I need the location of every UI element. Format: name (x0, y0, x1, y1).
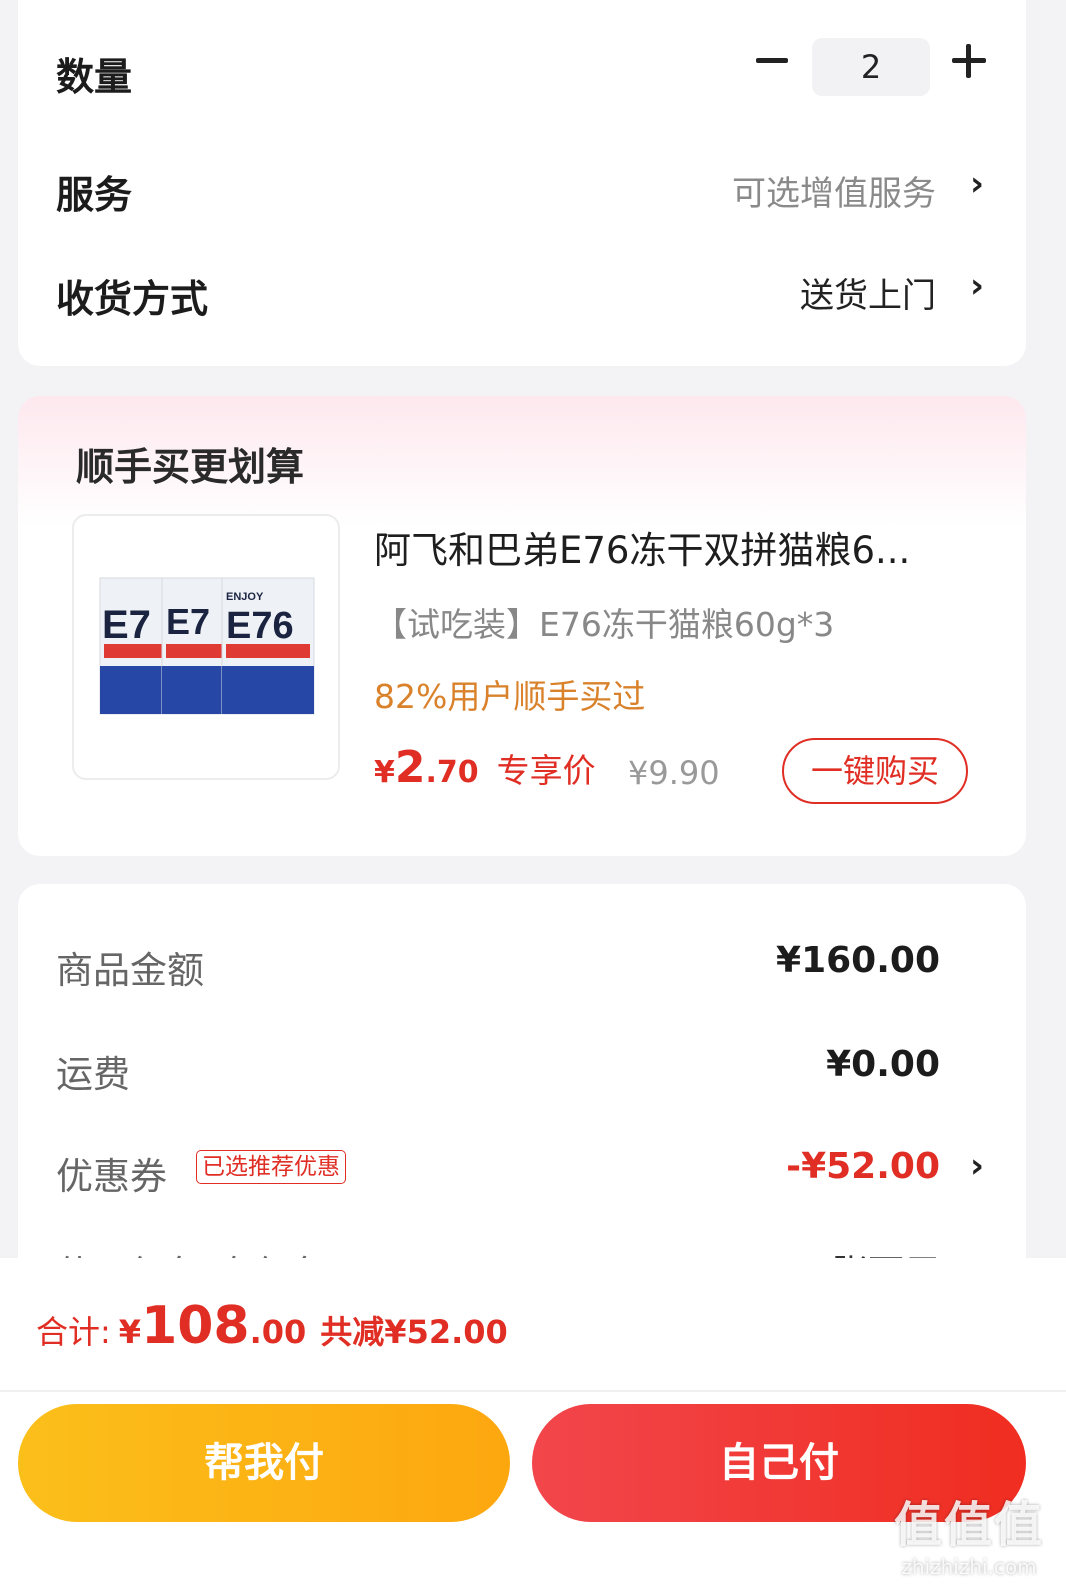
upsell-title: 顺手买更划算 (76, 445, 305, 489)
goods-amount-value: ¥160.00 (776, 940, 940, 981)
price-integer: 2 (394, 742, 426, 793)
shipping-label: 运费 (56, 1053, 130, 1096)
svg-text:E7: E7 (102, 603, 151, 647)
watermark-url: zhizhizhi.com (901, 1555, 1037, 1579)
service-chevron-icon[interactable]: › (970, 164, 984, 204)
price-tag: 专享价 (496, 751, 596, 790)
quantity-increase-button[interactable] (952, 44, 986, 78)
delivery-chevron-icon[interactable]: › (970, 266, 984, 306)
svg-text:E7: E7 (166, 601, 210, 642)
total-decimal: .00 (249, 1313, 307, 1351)
total-currency: ¥ (118, 1313, 142, 1351)
product-image[interactable]: E7 E7 ENJOY E76 (72, 514, 340, 780)
pack-brand-text: ENJOY (226, 591, 264, 603)
service-label: 服务 (56, 173, 133, 217)
upsell-card: 顺手买更划算 E7 E7 ENJOY E76 阿飞和巴弟E76冻干双拼猫粮6..… (18, 396, 1026, 856)
product-price: ¥2.70 专享价 (374, 742, 596, 793)
total-saving: 共减¥52.00 (320, 1313, 508, 1351)
coupon-chevron-icon[interactable]: › (970, 1146, 984, 1186)
coupon-value[interactable]: -¥52.00 (786, 1146, 940, 1187)
watermark-logo: 值值值 (893, 1497, 1044, 1553)
quantity-decrease-button[interactable] (756, 58, 788, 63)
shipping-value: ¥0.00 (826, 1044, 940, 1085)
help-pay-button[interactable]: 帮我付 (18, 1404, 510, 1522)
original-price: ¥9.90 (628, 754, 720, 792)
product-social-proof: 82%用户顺手买过 (374, 677, 646, 716)
pack-code-text: E76 (226, 605, 294, 647)
product-title[interactable]: 阿飞和巴弟E76冻干双拼猫粮6... (374, 520, 910, 574)
delivery-value[interactable]: 送货上门 (800, 268, 936, 317)
price-decimal: .70 (425, 755, 479, 790)
delivery-label: 收货方式 (56, 277, 209, 321)
quantity-label: 数量 (56, 55, 133, 99)
price-currency: ¥ (374, 755, 395, 790)
coupon-badge: 已选推荐优惠 (196, 1150, 346, 1184)
one-click-buy-button[interactable]: 一键购买 (782, 738, 968, 804)
quantity-input[interactable]: 2 (812, 38, 930, 96)
price-summary-card: 商品金额 ¥160.00 运费 ¥0.00 优惠券 已选推荐优惠 -¥52.00… (18, 884, 1026, 1304)
order-total: 合计: ¥108.00 共减¥52.00 (36, 1296, 508, 1356)
order-options-card: 数量 2 服务 可选增值服务 › 收货方式 送货上门 › (18, 0, 1026, 366)
watermark: 值值值 zhizhizhi.com (894, 1485, 1044, 1579)
coupon-label: 优惠券 (56, 1155, 167, 1198)
cat-food-packs-icon: E7 E7 ENJOY E76 (99, 577, 315, 715)
goods-amount-label: 商品金额 (56, 949, 204, 992)
product-spec: 【试吃装】E76冻干猫粮60g*3 (374, 605, 835, 644)
total-label: 合计: (36, 1313, 111, 1351)
service-value[interactable]: 可选增值服务 (732, 166, 936, 215)
total-integer: 108 (141, 1296, 250, 1356)
divider (0, 1390, 1066, 1392)
checkout-bar: 合计: ¥108.00 共减¥52.00 帮我付 自己付 值值值 zhizhizhi… (0, 1258, 1066, 1587)
